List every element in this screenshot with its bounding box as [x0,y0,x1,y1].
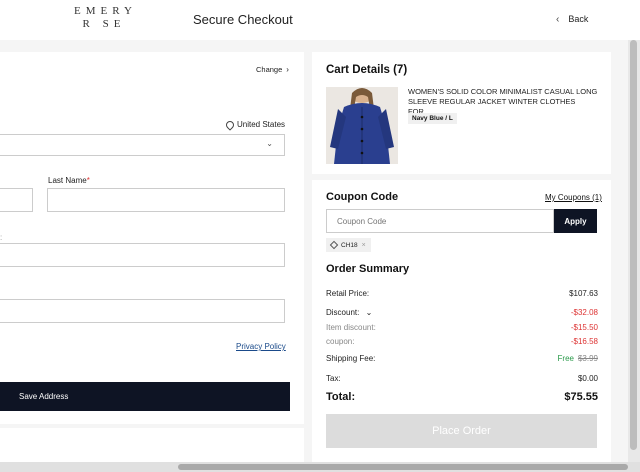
retail-price-value: $107.63 [569,289,598,298]
address-line-input[interactable] [0,243,285,267]
shipping-fee-row: Shipping Fee: Free $3.99 [326,354,598,363]
vertical-scrollbar-thumb[interactable] [630,40,637,450]
chevron-right-icon: › [286,65,289,74]
place-order-button[interactable]: Place Order [326,414,597,448]
save-address-button[interactable]: Save Address [0,382,290,411]
brand-logo[interactable]: EMERY R SE [74,5,134,31]
country-indicator: United States [224,118,286,131]
last-name-input[interactable] [47,188,285,212]
total-row: Total: $75.55 [326,391,598,403]
cart-title: Cart Details (7) [326,64,408,76]
country-select[interactable]: ⌄ [0,134,285,156]
location-pin-icon [224,118,236,131]
shipping-method-panel [0,428,304,462]
chevron-down-icon: ⌄ [365,308,373,317]
discount-row[interactable]: Discount: ⌄ -$32.08 [326,308,598,317]
shipping-fee-value: Free $3.99 [558,354,598,363]
last-name-label: Last Name* [48,176,90,185]
shipping-original-price: $3.99 [577,354,598,363]
address-panel [0,52,304,424]
apply-coupon-button[interactable]: Apply [554,209,597,233]
tag-icon [329,240,339,250]
total-value: $75.55 [564,391,598,403]
product-photo [326,87,398,164]
page-header: EMERY R SE Secure Checkout ‹ Back [0,0,640,40]
page-title: Secure Checkout [193,12,293,27]
order-summary-panel: Coupon Code My Coupons (1) Apply CH18 × … [312,180,611,462]
tax-row: Tax: $0.00 [326,374,598,383]
coupon-title: Coupon Code [326,191,399,203]
chevron-down-icon: ⌄ [266,139,273,148]
product-image[interactable] [326,87,398,164]
discount-value: -$32.08 [570,308,598,317]
address-extra-input[interactable] [0,299,285,323]
country-label: United States [237,120,286,129]
my-coupons-link[interactable]: My Coupons (1) [545,193,602,202]
privacy-policy-link[interactable]: Privacy Policy [236,342,286,351]
retail-price-row: Retail Price: $107.63 [326,289,598,298]
applied-coupon-tag: CH18 × [326,238,371,252]
shipping-free-label: Free [557,354,574,363]
back-label: Back [568,14,589,24]
field-label-fragment: : [0,233,3,242]
tax-value: $0.00 [577,374,598,383]
coupon-discount-value: -$16.58 [570,337,598,346]
first-name-input[interactable] [0,188,33,212]
remove-coupon-icon[interactable]: × [362,242,366,249]
change-address-button[interactable]: Change › [256,65,289,74]
product-variant-badge: Navy Blue / L [408,113,457,124]
required-mark: * [86,176,90,185]
item-discount-value: -$15.50 [570,323,598,332]
chevron-left-icon: ‹ [556,14,560,25]
item-discount-row: Item discount: -$15.50 [326,323,598,332]
applied-coupon-code: CH18 [341,241,358,249]
horizontal-scrollbar-thumb[interactable] [178,464,628,470]
order-summary-title: Order Summary [326,263,410,275]
coupon-code-input[interactable] [326,209,554,233]
cart-details-panel: Cart Details (7) WOMEN'S SOLID COLOR MIN… [312,52,611,174]
coupon-discount-row: coupon: -$16.58 [326,337,598,346]
back-button[interactable]: ‹ Back [556,14,588,25]
